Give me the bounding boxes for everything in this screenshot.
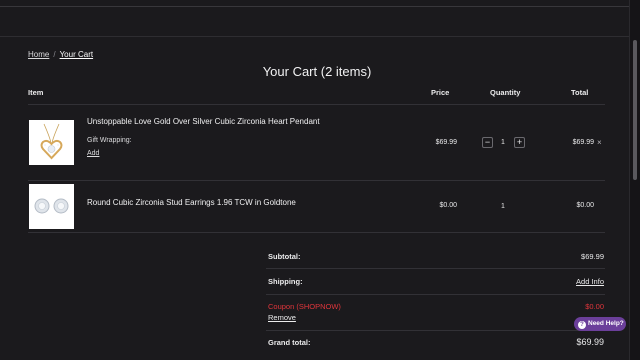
- breadcrumb-home-link[interactable]: Home: [28, 50, 49, 59]
- table-divider: [28, 180, 605, 181]
- breadcrumb: Home / Your Cart: [28, 50, 93, 59]
- summary-divider: [266, 330, 605, 331]
- header-total: Total: [571, 88, 589, 97]
- gift-wrapping-add-link[interactable]: Add: [87, 150, 99, 157]
- scrollbar-thumb[interactable]: [633, 40, 637, 180]
- quantity-decrease-button[interactable]: −: [482, 137, 493, 148]
- coupon-label: Coupon (SHOPNOW): [268, 302, 341, 311]
- header-divider: [0, 36, 630, 37]
- breadcrumb-current[interactable]: Your Cart: [60, 50, 94, 59]
- top-bar: [0, 0, 630, 7]
- coupon-value: $0.00: [585, 302, 604, 311]
- shipping-label: Shipping:: [268, 277, 303, 286]
- breadcrumb-separator: /: [53, 50, 56, 59]
- shipping-add-info-link[interactable]: Add Info: [576, 277, 604, 286]
- heart-pendant-image[interactable]: [29, 120, 74, 165]
- remove-item-icon[interactable]: ×: [597, 138, 602, 147]
- product-name-link[interactable]: Unstoppable Love Gold Over Silver Cubic …: [87, 117, 320, 126]
- page-scrollbar[interactable]: [629, 0, 640, 360]
- item-total: $0.00: [576, 202, 594, 209]
- item-total: $69.99: [572, 139, 594, 146]
- help-icon: ?: [578, 321, 586, 329]
- need-help-label: Need Help?: [588, 320, 624, 327]
- quantity-increase-button[interactable]: +: [514, 137, 525, 148]
- header-price: Price: [431, 88, 450, 97]
- need-help-button[interactable]: ? Need Help?: [574, 317, 626, 331]
- product-name-link[interactable]: Round Cubic Zirconia Stud Earrings 1.96 …: [87, 198, 296, 207]
- subtotal-value: $69.99: [581, 252, 604, 261]
- coupon-remove-link[interactable]: Remove: [268, 313, 296, 322]
- quantity-value[interactable]: 1: [497, 139, 509, 146]
- summary-divider: [266, 268, 605, 269]
- grand-total-label: Grand total:: [268, 338, 311, 347]
- header-item: Item: [28, 88, 44, 97]
- header-quantity: Quantity: [490, 88, 521, 97]
- page-title: Your Cart (2 items): [262, 64, 372, 79]
- table-divider: [28, 104, 605, 105]
- stud-earrings-image[interactable]: [29, 184, 74, 229]
- item-price: $69.99: [435, 139, 457, 146]
- summary-divider: [266, 294, 605, 295]
- table-divider: [28, 232, 605, 233]
- quantity-value: 1: [501, 203, 505, 210]
- subtotal-label: Subtotal:: [268, 252, 301, 261]
- item-price: $0.00: [439, 202, 457, 209]
- grand-total-value: $69.99: [576, 337, 604, 347]
- gift-wrapping-label: Gift Wrapping:: [87, 137, 132, 144]
